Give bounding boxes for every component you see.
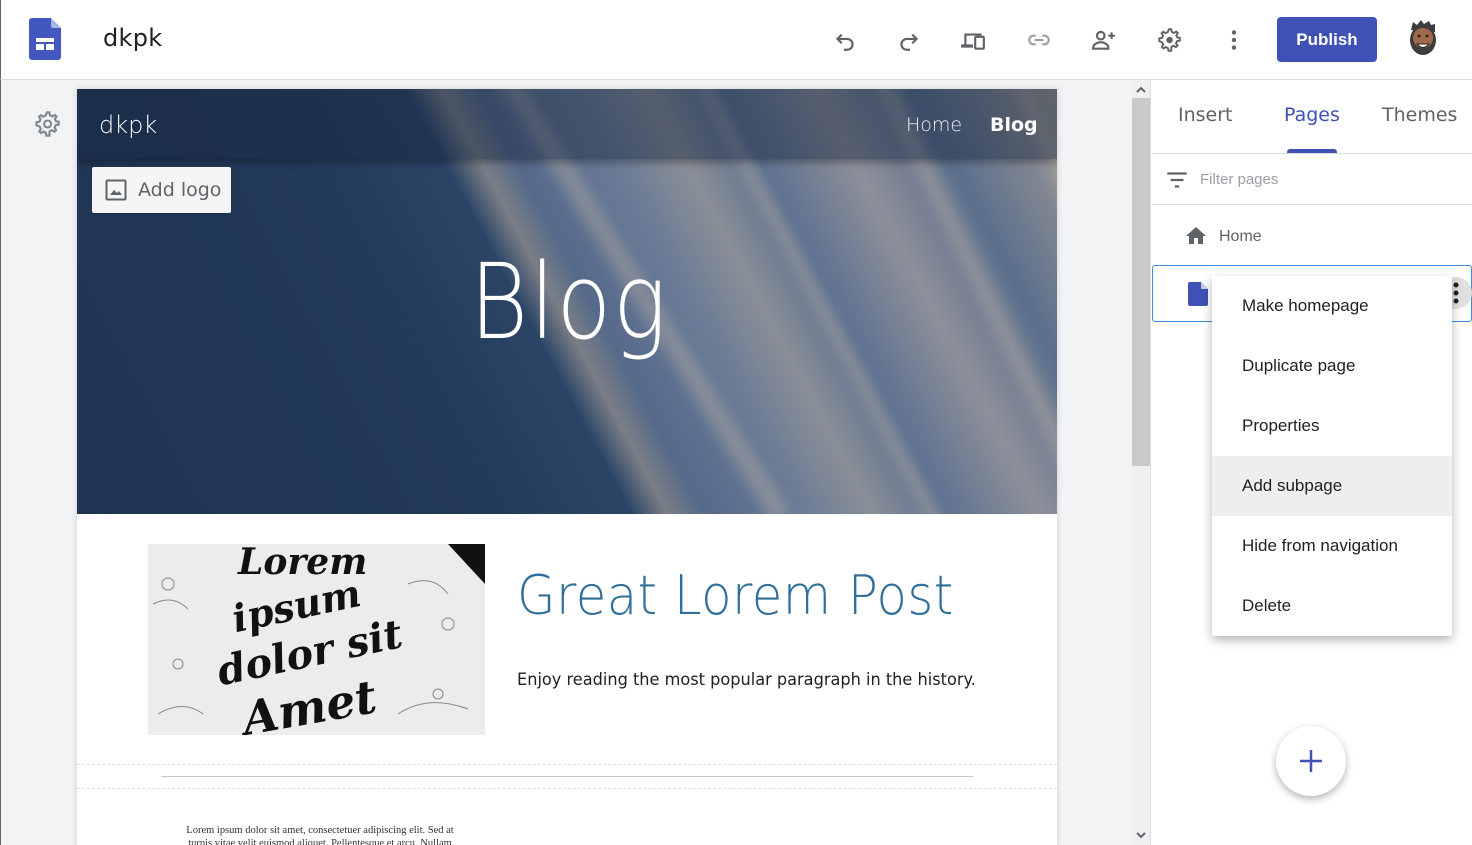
- tab-insert[interactable]: Insert: [1178, 104, 1233, 126]
- post-title[interactable]: Great Lorem Post: [517, 564, 954, 627]
- top-bar: dkpk Publish: [0, 0, 1472, 80]
- settings-gear-icon[interactable]: [1153, 24, 1185, 56]
- menu-item-make-homepage[interactable]: Make homepage: [1212, 276, 1452, 336]
- add-logo-button[interactable]: Add logo: [92, 167, 231, 213]
- page-doc-icon: [1188, 282, 1208, 306]
- section-boundary: [77, 788, 1057, 789]
- user-avatar[interactable]: [1407, 20, 1439, 58]
- site-header-nav: dkpk Home Blog: [77, 89, 1057, 159]
- link-icon[interactable]: [1023, 24, 1055, 56]
- scroll-down-arrow-icon[interactable]: [1131, 827, 1151, 843]
- menu-item-delete[interactable]: Delete: [1212, 576, 1452, 636]
- hero-banner[interactable]: dkpk Home Blog Add logo Blog: [77, 89, 1057, 514]
- nav-link-blog[interactable]: Blog: [990, 114, 1038, 136]
- lettering-artwork: Lorem ipsum dolor sit Amet: [148, 544, 485, 735]
- filter-pages-input[interactable]: [1200, 167, 1460, 191]
- share-add-person-icon[interactable]: [1088, 24, 1120, 56]
- more-vert-icon: [1453, 282, 1459, 304]
- menu-item-properties[interactable]: Properties: [1212, 396, 1452, 456]
- device-preview-icon[interactable]: [957, 24, 989, 56]
- post-image[interactable]: Lorem ipsum dolor sit Amet: [148, 544, 485, 735]
- hero-title[interactable]: Blog: [146, 241, 992, 363]
- add-page-fab[interactable]: [1276, 726, 1346, 796]
- horizontal-divider[interactable]: [161, 776, 973, 777]
- filter-icon[interactable]: [1164, 167, 1190, 193]
- tab-pages[interactable]: Pages: [1284, 104, 1340, 126]
- tab-themes[interactable]: Themes: [1382, 104, 1457, 126]
- google-sites-logo-icon[interactable]: [29, 18, 61, 60]
- scroll-thumb[interactable]: [1132, 98, 1150, 466]
- home-icon: [1186, 227, 1206, 244]
- canvas-scrollbar[interactable]: [1131, 80, 1151, 845]
- menu-item-duplicate-page[interactable]: Duplicate page: [1212, 336, 1452, 396]
- site-page-preview: dkpk Home Blog Add logo Blog Lorem ipsum…: [77, 89, 1057, 845]
- post-description[interactable]: Enjoy reading the most popular paragraph…: [517, 670, 976, 690]
- page-context-menu: Make homepage Duplicate page Properties …: [1212, 276, 1452, 636]
- more-vert-icon[interactable]: [1218, 24, 1250, 56]
- site-header-name[interactable]: dkpk: [99, 111, 157, 139]
- plus-icon: [1300, 750, 1322, 772]
- publish-button[interactable]: Publish: [1277, 17, 1377, 62]
- editor-canvas: dkpk Home Blog Add logo Blog Lorem ipsum…: [0, 80, 1131, 845]
- page-settings-gear-icon[interactable]: [33, 110, 61, 138]
- page-list-item-home[interactable]: Home: [1152, 215, 1472, 259]
- lorem-paragraph[interactable]: Lorem ipsum dolor sit amet, consectetuer…: [175, 824, 465, 845]
- site-title[interactable]: dkpk: [103, 24, 162, 52]
- menu-item-add-subpage[interactable]: Add subpage: [1212, 456, 1452, 516]
- page-label: Home: [1219, 228, 1262, 245]
- nav-link-home[interactable]: Home: [906, 114, 962, 136]
- scroll-up-arrow-icon[interactable]: [1131, 82, 1151, 98]
- menu-item-hide-from-navigation[interactable]: Hide from navigation: [1212, 516, 1452, 576]
- section-boundary: [77, 764, 1057, 765]
- redo-icon[interactable]: [893, 24, 925, 56]
- image-icon: [105, 179, 127, 201]
- add-logo-label: Add logo: [138, 179, 222, 201]
- filter-pages-row: [1152, 154, 1472, 205]
- undo-icon[interactable]: [829, 24, 861, 56]
